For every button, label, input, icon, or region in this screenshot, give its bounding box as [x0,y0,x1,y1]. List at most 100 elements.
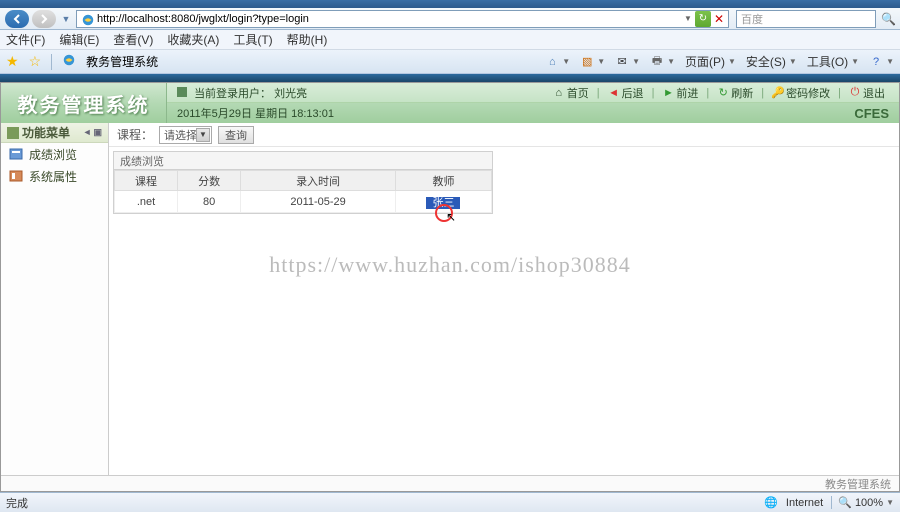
menu-edit[interactable]: 编辑(E) [59,31,99,48]
globe-icon: 🌐 [764,496,778,509]
chevron-down-icon: ▼ [632,57,640,66]
menu-view[interactable]: 查看(V) [113,31,153,48]
go-refresh-button[interactable]: ↻ [695,11,711,27]
favorites-star-icon[interactable]: ★ [6,53,19,70]
changepw-link[interactable]: 🔑密码修改 [768,85,834,101]
safety-label: 安全(S) [746,53,786,70]
zoom-value: 100% [855,497,883,509]
app-footer: 教务管理系统 [1,475,899,491]
cell-score: 80 [178,191,241,213]
table-header-row: 课程 分数 录入时间 教师 [115,171,492,191]
panel-title: 成绩浏览 [114,152,492,170]
tools-menu[interactable]: 工具(O)▼ [807,53,859,70]
chevron-down-icon: ▼ [562,57,570,66]
nav-history-dropdown[interactable]: ▼ [59,14,73,24]
sidebar: 功能菜单 ◄ ▣ 成绩浏览 系统属性 [1,123,109,475]
col-teacher: 教师 [395,171,491,191]
user-name: 刘光亮 [274,88,307,100]
user-icon [177,87,187,97]
menu-tools[interactable]: 工具(T) [233,31,272,48]
chevron-down-icon: ▼ [886,57,894,66]
col-score: 分数 [178,171,241,191]
footer-text: 教务管理系统 [825,476,891,492]
app-title: 教务管理系统 [1,83,167,123]
col-course: 课程 [115,171,178,191]
forward-text: 前进 [676,85,698,101]
menu-help[interactable]: 帮助(H) [287,31,328,48]
stop-button[interactable]: ✕ [714,12,724,26]
separator: | [838,87,841,99]
help-button[interactable]: ?▼ [869,55,894,69]
cell-course: .net [115,191,178,213]
app-frame: 教务管理系统 当前登录用户： 刘光亮 ⌂首页| ◄后退| ►前进| ↻刷新| 🔑… [0,82,900,492]
sidebar-header: 功能菜单 ◄ ▣ [1,123,108,143]
mail-button[interactable]: ✉▼ [615,55,640,69]
menu-favorites[interactable]: 收藏夹(A) [167,31,219,48]
separator [51,54,52,70]
add-favorite-icon[interactable]: ☆ [29,53,42,70]
nav-bar: ▼ http://localhost:8080/jwglxt/login?typ… [0,8,900,30]
key-icon: 🔑 [772,87,784,99]
query-label: 查询 [225,127,247,143]
sidebar-title: 功能菜单 [22,124,70,141]
header-row2: 2011年5月29日 星期日 18:13:01 CFES [167,103,899,123]
logout-link[interactable]: ⏻退出 [845,85,889,101]
back-link[interactable]: ◄后退 [604,85,648,101]
sidebar-item-label: 系统属性 [29,168,77,185]
grades-table: 课程 分数 录入时间 教师 .net 80 2011-05-29 张三 [114,170,492,213]
browser-status-bar: 完成 🌐 Internet 🔍 100% ▼ [0,492,900,512]
cfes-label: CFES [854,106,889,121]
filter-label: 课程： [117,126,153,143]
tab-title[interactable]: 教务管理系统 [86,53,158,70]
zoom-control[interactable]: 🔍 100% ▼ [831,496,894,509]
tool-label: 工具(O) [807,53,848,70]
page-icon [81,13,93,25]
sidebar-item-grades[interactable]: 成绩浏览 [1,143,108,165]
page-menu[interactable]: 页面(P)▼ [685,53,736,70]
nav-back-button[interactable] [5,10,29,28]
chevron-down-icon: ▼ [789,57,797,66]
menu-file[interactable]: 文件(F) [6,31,45,48]
col-date: 录入时间 [241,171,396,191]
select-value: 请选择 [164,127,197,143]
refresh-link[interactable]: ↻刷新 [713,85,757,101]
datetime-text: 2011年5月29日 星期日 18:13:01 [177,105,334,121]
user-info: 当前登录用户： 刘光亮 [177,85,307,101]
logout-text: 退出 [863,85,885,101]
home-button[interactable]: ⌂▼ [545,55,570,69]
separator: | [597,87,600,99]
address-bar[interactable]: http://localhost:8080/jwglxt/login?type=… [76,10,729,28]
arrow-right-icon [38,13,50,25]
chevron-down-icon: ▼ [886,498,894,507]
forward-link[interactable]: ►前进 [658,85,702,101]
nav-forward-button[interactable] [32,10,56,28]
print-button[interactable]: 🖶▼ [650,55,675,69]
url-dropdown-icon[interactable]: ▼ [684,14,692,23]
home-link[interactable]: ⌂首页 [549,85,593,101]
grades-icon [9,147,23,161]
cell-date: 2011-05-29 [241,191,396,213]
browser-search-input[interactable]: 百度 [736,10,876,28]
search-button[interactable]: 🔍 [881,12,895,26]
collapse-icon[interactable]: ◄ [83,127,92,138]
course-select[interactable]: 请选择 ▼ [159,126,212,144]
chevron-down-icon: ▼ [597,57,605,66]
query-button[interactable]: 查询 [218,126,254,144]
favorites-bar: ★ ☆ 教务管理系统 ⌂▼ ▧▼ ✉▼ 🖶▼ 页面(P)▼ 安全(S)▼ 工具(… [0,50,900,74]
main-content: 课程： 请选择 ▼ 查询 成绩浏览 课程 分数 录入时间 教师 [109,123,899,475]
separator: | [761,87,764,99]
feeds-button[interactable]: ▧▼ [580,55,605,69]
home-text: 首页 [567,85,589,101]
mail-icon: ✉ [615,55,629,69]
status-done: 完成 [6,495,28,511]
arrow-left-icon [11,13,23,25]
print-icon: 🖶 [650,55,664,69]
tab-favicon [62,53,76,70]
logout-icon: ⏻ [849,87,861,99]
expand-icon[interactable]: ▣ [93,127,102,138]
system-icon [9,169,23,183]
url-text: http://localhost:8080/jwglxt/login?type=… [97,13,681,25]
sidebar-item-system[interactable]: 系统属性 [1,165,108,187]
zoom-icon: 🔍 [838,496,852,509]
safety-menu[interactable]: 安全(S)▼ [746,53,797,70]
